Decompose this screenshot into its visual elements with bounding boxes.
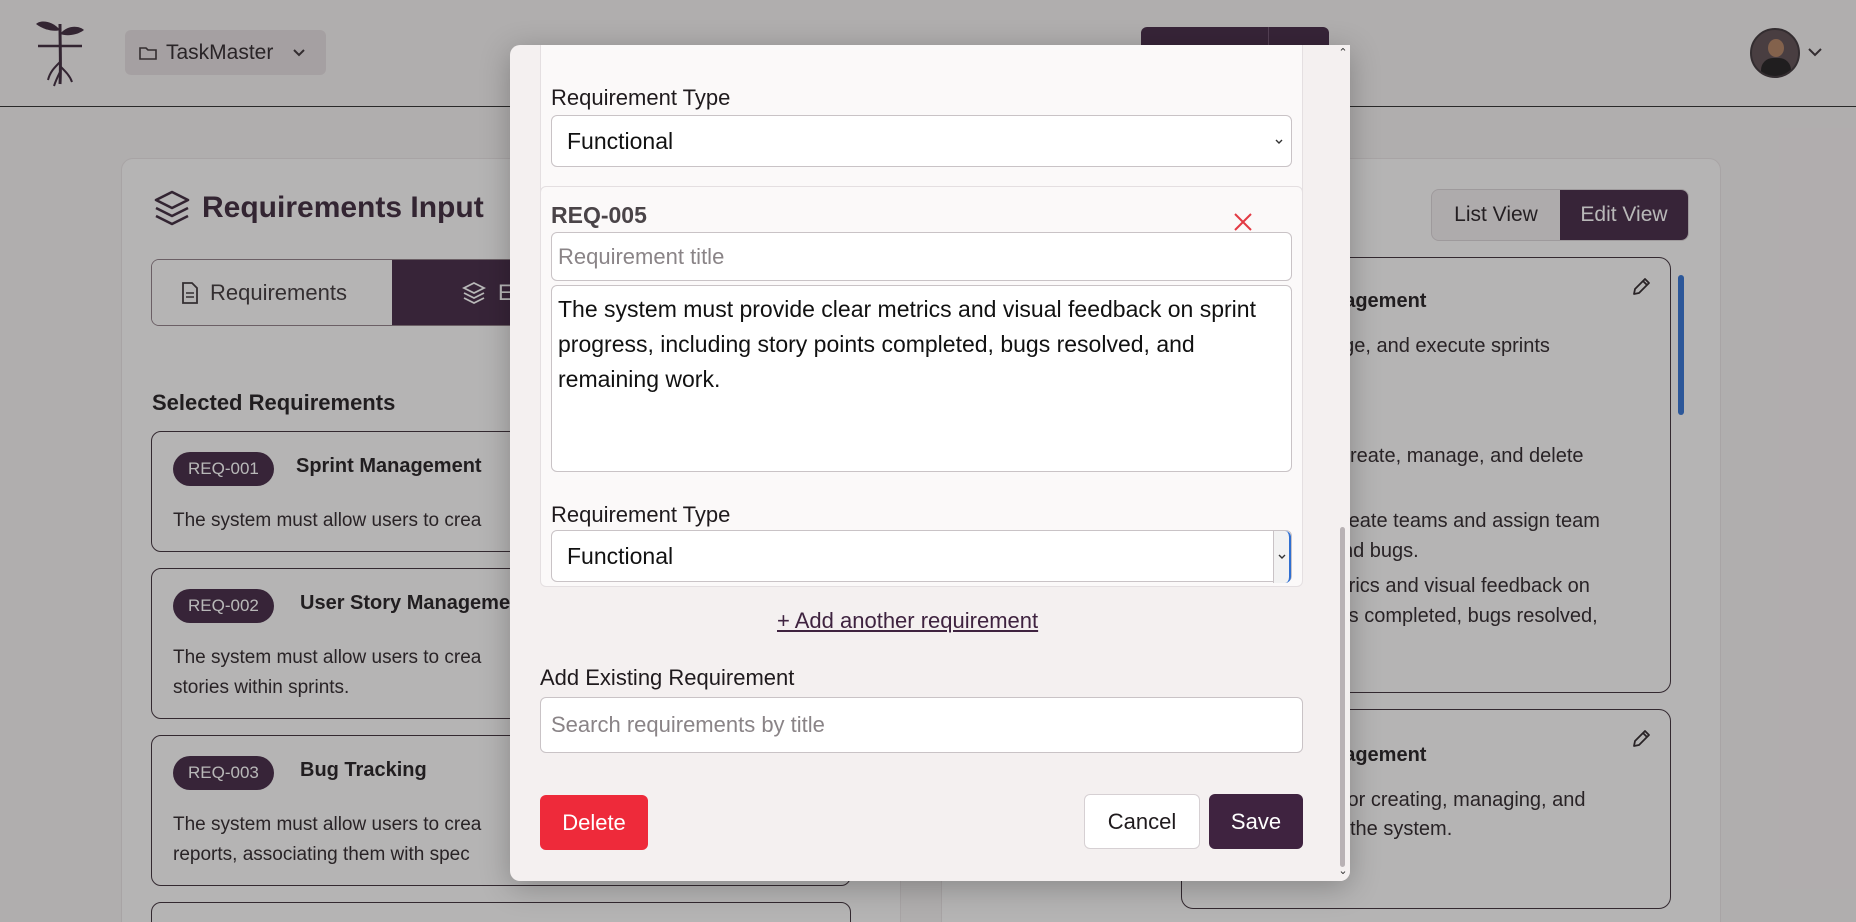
- delete-button[interactable]: Delete: [540, 795, 648, 850]
- chevron-down-icon: [1278, 554, 1286, 559]
- chevron-down-icon: [1275, 139, 1283, 144]
- requirement-type-value: Functional: [567, 127, 674, 154]
- close-icon[interactable]: [1231, 210, 1255, 234]
- scroll-up-icon[interactable]: ⌃: [1338, 47, 1348, 59]
- requirement-type-label: Requirement Type: [551, 502, 731, 527]
- requirement-id: REQ-005: [551, 202, 647, 228]
- requirement-type-label: Requirement Type: [551, 85, 731, 110]
- save-button[interactable]: Save: [1209, 794, 1303, 849]
- add-existing-requirement-label: Add Existing Requirement: [540, 665, 795, 690]
- requirement-description-textarea[interactable]: The system must provide clear metrics an…: [551, 285, 1292, 472]
- requirement-type-select[interactable]: Functional: [551, 530, 1292, 583]
- cancel-button[interactable]: Cancel: [1084, 794, 1200, 849]
- search-requirements-input[interactable]: [540, 697, 1303, 753]
- requirement-type-value: Functional: [567, 542, 674, 569]
- requirement-type-select[interactable]: Functional: [551, 115, 1292, 167]
- add-another-requirement-link[interactable]: + Add another requirement: [777, 608, 1038, 634]
- scroll-down-icon[interactable]: ⌄: [1338, 865, 1348, 877]
- requirement-title-input[interactable]: [551, 232, 1292, 281]
- scroll-thumb[interactable]: [1340, 527, 1345, 867]
- modal-scrollbar[interactable]: ⌃ ⌄: [1336, 45, 1350, 881]
- edit-requirements-modal: Requirement Type Functional REQ-005 The …: [510, 45, 1350, 881]
